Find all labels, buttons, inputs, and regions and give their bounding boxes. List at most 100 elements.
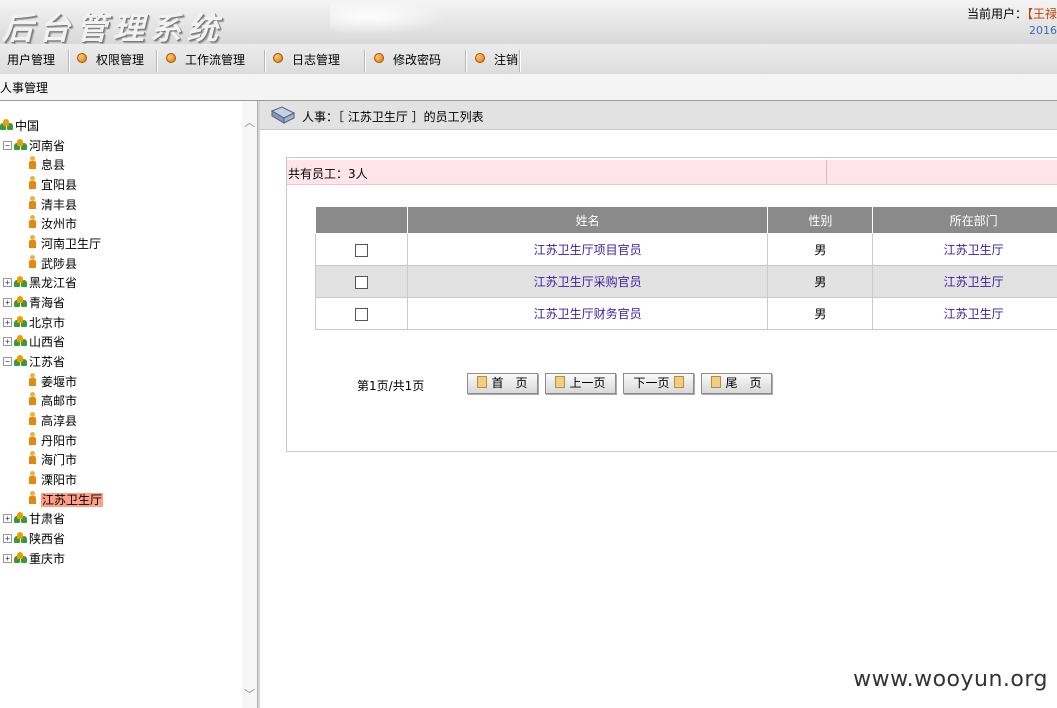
- header-date: 2016: [1029, 24, 1057, 37]
- tree-node-group[interactable]: + 北京市: [3, 314, 65, 332]
- menu-log-management[interactable]: 日志管理: [273, 51, 340, 69]
- tree-node-person[interactable]: 武陟县: [28, 255, 77, 273]
- button-label: 首 页: [491, 376, 528, 390]
- orange-bullet-icon: [475, 53, 485, 63]
- employee-name-link[interactable]: 江苏卫生厅财务官员: [534, 307, 642, 321]
- column-header-name[interactable]: 姓名: [406, 206, 769, 234]
- tree-scrollbar[interactable]: ︿ ﹀: [242, 101, 257, 708]
- button-label: 下一页: [633, 376, 670, 390]
- tree-node-label: 河南省: [29, 139, 66, 153]
- tree-node-label: 河南卫生厅: [41, 237, 102, 251]
- tree-node-label: 重庆市: [29, 552, 66, 566]
- menu-divider: [264, 50, 266, 72]
- tree-node-person[interactable]: 清丰县: [28, 196, 77, 214]
- menu-logout[interactable]: 注销: [475, 51, 518, 69]
- orange-bullet-icon: [166, 53, 176, 63]
- menu-change-password[interactable]: 修改密码: [374, 51, 441, 69]
- department-link[interactable]: 江苏卫生厅: [944, 275, 1004, 289]
- column-header-select: [315, 206, 408, 234]
- tree-node-person[interactable]: 汝州市: [28, 215, 77, 233]
- divider: [826, 160, 827, 184]
- tree-node-label: 江苏省: [29, 355, 66, 369]
- employee-count-bar: 共有员工：3人: [287, 160, 1057, 185]
- row-checkbox[interactable]: [354, 307, 368, 321]
- tree-node-person[interactable]: 海门市: [28, 451, 77, 469]
- tree-node-label: 黑龙江省: [29, 276, 78, 290]
- department-link[interactable]: 江苏卫生厅: [944, 307, 1004, 321]
- tree-node-label: 宜阳县: [41, 178, 78, 192]
- gender-cell: 男: [767, 297, 874, 330]
- tree-node-group[interactable]: − 江苏省: [3, 353, 66, 371]
- first-page-button[interactable]: 首 页: [467, 373, 538, 394]
- group-icon: [14, 315, 28, 328]
- tree-node-group[interactable]: + 山西省: [3, 333, 65, 351]
- tree-node-group[interactable]: + 陕西省: [3, 530, 65, 548]
- menu-label: 用户管理: [7, 53, 56, 67]
- tree-node-person[interactable]: 姜堰市: [28, 373, 77, 391]
- column-header-dept[interactable]: 所在部门: [872, 206, 1057, 234]
- expand-icon[interactable]: +: [3, 298, 12, 307]
- person-icon: [28, 235, 36, 249]
- dept-cell: 江苏卫生厅: [872, 265, 1057, 298]
- tree-node-person[interactable]: 丹阳市: [28, 432, 77, 450]
- tree-node-person[interactable]: 河南卫生厅: [28, 235, 101, 253]
- collapse-icon[interactable]: −: [3, 357, 12, 366]
- scroll-down-icon[interactable]: ﹀: [244, 689, 255, 700]
- expand-icon[interactable]: +: [3, 554, 12, 563]
- expand-icon[interactable]: +: [3, 337, 12, 346]
- tree-node-root[interactable]: 中国: [0, 117, 39, 135]
- button-label: 尾 页: [725, 376, 762, 390]
- expand-icon[interactable]: +: [3, 318, 12, 327]
- tree-node-group[interactable]: − 河南省: [3, 137, 66, 155]
- menu-permission-management[interactable]: 权限管理: [77, 51, 144, 69]
- tree-node-group[interactable]: + 青海省: [3, 294, 66, 312]
- employee-name-link[interactable]: 江苏卫生厅采购官员: [534, 275, 642, 289]
- tree-node-person-selected[interactable]: 江苏卫生厅: [28, 491, 104, 509]
- employee-name-link[interactable]: 江苏卫生厅项目官员: [534, 243, 642, 257]
- tree-node-label: 息县: [41, 158, 66, 172]
- last-page-button[interactable]: 尾 页: [701, 373, 772, 394]
- person-icon: [28, 392, 36, 406]
- column-header-gender[interactable]: 性别: [767, 206, 874, 234]
- menu-label: 修改密码: [393, 53, 442, 67]
- tree-node-person[interactable]: 高邮市: [28, 392, 77, 410]
- scroll-up-icon[interactable]: ︿: [244, 117, 255, 128]
- menu-workflow-management[interactable]: 工作流管理: [166, 51, 245, 69]
- menu-label: 权限管理: [96, 53, 145, 67]
- tree-node-group[interactable]: + 重庆市: [3, 550, 66, 568]
- tree-node-person[interactable]: 溧阳市: [28, 471, 77, 489]
- menu-user-management[interactable]: 用户管理: [7, 51, 55, 69]
- menu-label: 工作流管理: [185, 53, 246, 67]
- tree-node-label: 姜堰市: [41, 375, 78, 389]
- name-cell: 江苏卫生厅项目官员: [406, 233, 769, 266]
- person-icon: [28, 491, 36, 505]
- person-icon: [28, 176, 36, 190]
- person-icon: [28, 471, 36, 485]
- row-select-cell: [315, 265, 408, 298]
- menu-divider: [68, 50, 70, 72]
- person-icon: [28, 255, 36, 269]
- next-page-button[interactable]: 下一页: [623, 373, 694, 394]
- person-icon: [28, 215, 36, 229]
- group-icon: [14, 354, 28, 367]
- expand-icon[interactable]: +: [3, 278, 12, 287]
- department-link[interactable]: 江苏卫生厅: [944, 243, 1004, 257]
- collapse-icon[interactable]: −: [3, 141, 12, 150]
- tree-node-person[interactable]: 宜阳县: [28, 176, 77, 194]
- current-user-name[interactable]: 【王禄: [1027, 7, 1057, 21]
- row-checkbox[interactable]: [354, 243, 368, 257]
- tree-node-label: 青海省: [29, 296, 66, 310]
- tree-node-group[interactable]: + 甘肃省: [3, 510, 65, 528]
- expand-icon[interactable]: +: [3, 534, 12, 543]
- expand-icon[interactable]: +: [3, 514, 12, 523]
- person-icon: [28, 412, 36, 426]
- orange-bullet-icon: [77, 53, 87, 63]
- person-icon: [28, 196, 36, 210]
- tree-node-person[interactable]: 高淳县: [28, 412, 77, 430]
- prev-page-button[interactable]: 上一页: [545, 373, 616, 394]
- row-checkbox[interactable]: [354, 275, 368, 289]
- org-tree: 中国 − 河南省 息县 宜阳县 清丰县 汝州市 河南卫生厅 武陟县 + 黑龙江省 …: [0, 101, 242, 708]
- tree-node-group[interactable]: + 黑龙江省: [3, 274, 78, 292]
- tree-node-person[interactable]: 息县: [28, 156, 65, 174]
- row-select-cell: [315, 233, 408, 266]
